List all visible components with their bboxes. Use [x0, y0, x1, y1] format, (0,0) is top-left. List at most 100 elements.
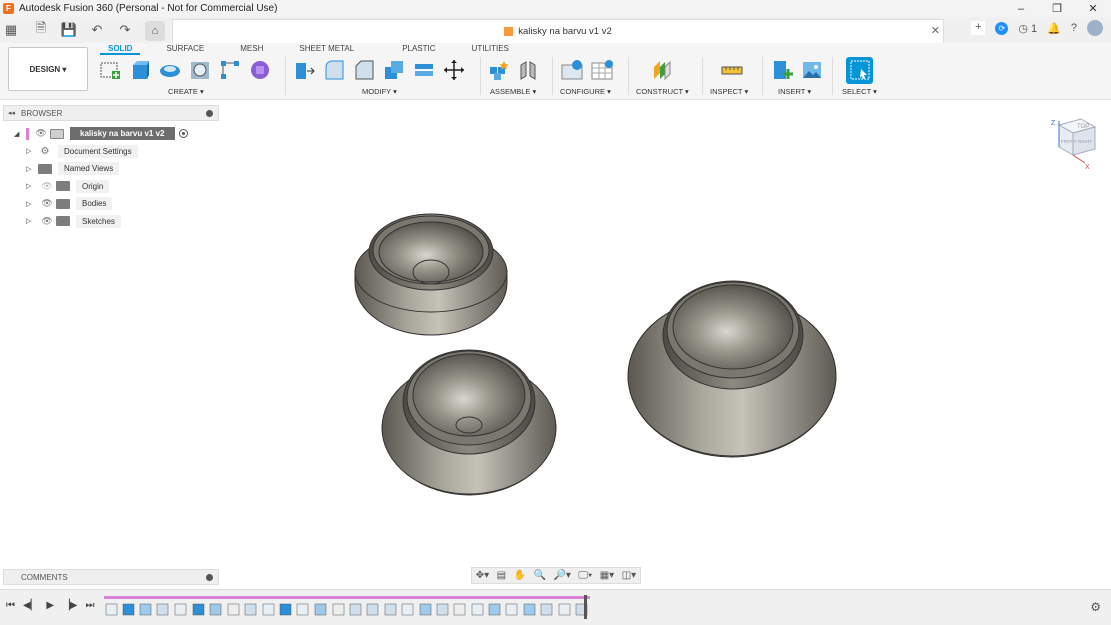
move-copy-icon[interactable] [442, 58, 466, 82]
timeline-feature-body[interactable] [139, 603, 152, 616]
look-at-icon[interactable]: ▤ [497, 570, 506, 581]
model-viewport[interactable] [220, 100, 1111, 565]
timeline-settings-gear-icon[interactable]: ⚙ [1090, 600, 1101, 614]
timeline-feature-revolve[interactable] [523, 603, 536, 616]
job-status-icon[interactable]: ◷ 1 [1018, 22, 1037, 35]
viewcube-icon[interactable]: TOP FRONT RIGHT Z X [1045, 115, 1100, 170]
timeline-feature-body[interactable] [209, 603, 222, 616]
configure-menu[interactable]: CONFIGURE ▾ [560, 87, 611, 96]
panel-pin-icon[interactable] [206, 110, 213, 117]
timeline-feature-fillet[interactable] [244, 603, 257, 616]
select-icon[interactable] [846, 56, 873, 84]
model-body-cup-3[interactable] [627, 280, 837, 458]
visibility-eye-icon[interactable]: 👁 [32, 128, 50, 139]
press-pull-icon[interactable] [292, 58, 316, 82]
create-sketch-icon[interactable] [98, 58, 122, 82]
expand-arrow-icon[interactable]: ▷ [26, 217, 38, 225]
joint-icon[interactable] [516, 58, 540, 82]
undo-icon[interactable]: ↶ [86, 19, 108, 41]
create-menu[interactable]: CREATE ▾ [168, 87, 204, 96]
browser-item-named-views[interactable]: ▷ Named Views [26, 160, 188, 178]
timeline-feature-extrude[interactable] [192, 603, 205, 616]
tab-sheet-metal[interactable]: SHEET METAL [291, 43, 362, 55]
timeline-feature-fillet[interactable] [540, 603, 553, 616]
expand-arrow-icon[interactable]: ▷ [26, 182, 38, 190]
visibility-eye-icon[interactable]: 👁 [38, 198, 56, 209]
timeline-feature-sketch[interactable] [401, 603, 414, 616]
timeline-feature-sketch[interactable] [262, 603, 275, 616]
expand-triangle-icon[interactable]: ◢ [14, 130, 26, 138]
timeline-track[interactable] [104, 596, 590, 620]
display-settings-icon[interactable]: 🖵▾ [578, 570, 592, 581]
configuration-table-icon[interactable] [590, 58, 614, 82]
zoom-icon[interactable]: 🔍 [534, 570, 546, 581]
collapse-panel-icon[interactable]: ◂◂ [8, 109, 15, 117]
browser-item-origin[interactable]: ▷ 👁 Origin [26, 178, 188, 196]
timeline-feature-revolve[interactable] [419, 603, 432, 616]
timeline-feature-fillet[interactable] [366, 603, 379, 616]
expand-arrow-icon[interactable]: ▷ [26, 165, 38, 173]
assemble-menu[interactable]: ASSEMBLE ▾ [490, 87, 536, 96]
help-icon[interactable]: ? [1071, 22, 1077, 34]
home-icon[interactable]: ⌂ [145, 21, 165, 41]
timeline-feature-fillet[interactable] [384, 603, 397, 616]
comments-panel-header[interactable]: COMMENTS [3, 569, 219, 585]
browser-panel-header[interactable]: ◂◂ BROWSER [3, 105, 219, 121]
timeline-feature-move[interactable] [453, 603, 466, 616]
step-back-icon[interactable]: ◀▏ [23, 600, 38, 611]
timeline-feature-revolve[interactable] [488, 603, 501, 616]
timeline-feature-sketch[interactable] [471, 603, 484, 616]
fillet-icon[interactable] [322, 58, 346, 82]
tab-mesh[interactable]: MESH [232, 43, 271, 55]
zoom-window-icon[interactable]: 🔎▾ [553, 570, 570, 581]
model-body-cup-2[interactable] [381, 349, 557, 496]
timeline-feature-sketch[interactable] [505, 603, 518, 616]
browser-item-document-settings[interactable]: ▷ ⚙ Document Settings [26, 143, 188, 161]
measure-icon[interactable] [720, 58, 744, 82]
shell-icon[interactable] [382, 58, 406, 82]
rectangular-pattern-icon[interactable] [218, 58, 242, 82]
combine-icon[interactable] [412, 58, 436, 82]
construct-menu[interactable]: CONSTRUCT ▾ [636, 87, 689, 96]
timeline-feature-extrude[interactable] [279, 603, 292, 616]
pan-icon[interactable]: ✋ [514, 570, 526, 581]
tab-surface[interactable]: SURFACE [158, 43, 212, 55]
orbit-icon[interactable]: ✥▾ [476, 570, 489, 581]
canvas-image-icon[interactable] [800, 58, 824, 82]
new-component-icon[interactable] [486, 58, 510, 82]
hidden-eye-icon[interactable]: 👁 [38, 181, 56, 192]
browser-item-bodies[interactable]: ▷ 👁 Bodies [26, 195, 188, 213]
browser-item-sketches[interactable]: ▷ 👁 Sketches [26, 213, 188, 231]
timeline-feature-body[interactable] [314, 603, 327, 616]
app-grid-icon[interactable]: ▦ [0, 19, 22, 41]
file-menu-icon[interactable]: 🗎 [30, 19, 52, 41]
extensions-icon[interactable]: ⟳ [995, 21, 1009, 35]
timeline-feature-sketch[interactable] [174, 603, 187, 616]
select-menu[interactable]: SELECT ▾ [842, 87, 877, 96]
expand-arrow-icon[interactable]: ▷ [26, 147, 38, 155]
configure-design-icon[interactable] [560, 58, 584, 82]
activate-component-icon[interactable] [178, 129, 188, 139]
add-comment-icon[interactable] [206, 574, 213, 581]
revolve-icon[interactable] [158, 58, 182, 82]
browser-root-row[interactable]: ◢ 👁 kalisky na barvu v1 v2 [10, 125, 188, 143]
timeline-feature-fillet[interactable] [349, 603, 362, 616]
modify-menu[interactable]: MODIFY ▾ [362, 87, 397, 96]
notifications-icon[interactable]: 🔔 [1047, 22, 1061, 35]
timeline-feature-sketch[interactable] [558, 603, 571, 616]
extrude-icon[interactable] [128, 58, 152, 82]
timeline-feature-move[interactable] [332, 603, 345, 616]
workspace-switcher[interactable]: DESIGN ▾ [8, 47, 88, 91]
document-tab[interactable]: kalisky na barvu v1 v2 ✕ [172, 19, 944, 43]
go-to-end-icon[interactable]: ⏭ [85, 600, 94, 611]
close-tab-icon[interactable]: ✕ [931, 24, 940, 37]
minimize-button[interactable]: – [1003, 3, 1039, 15]
redo-icon[interactable]: ↷ [114, 19, 136, 41]
play-icon[interactable]: ▶ [46, 600, 54, 611]
step-forward-icon[interactable]: ▕▶ [62, 600, 77, 611]
create-form-icon[interactable] [248, 58, 272, 82]
new-tab-icon[interactable]: + [971, 21, 986, 35]
insert-menu[interactable]: INSERT ▾ [778, 87, 811, 96]
go-to-start-icon[interactable]: ⏮ [6, 600, 15, 611]
tab-plastic[interactable]: PLASTIC [394, 43, 443, 55]
